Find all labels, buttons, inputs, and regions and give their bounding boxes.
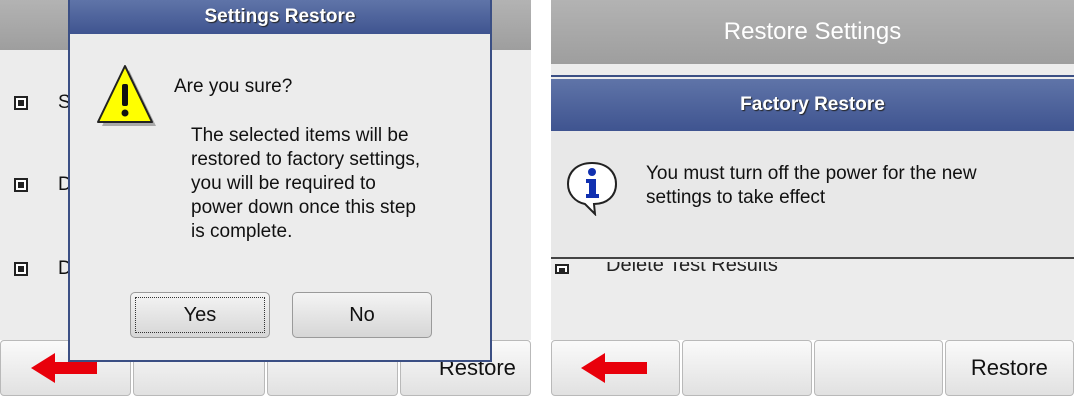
restore-item-checkbox-2[interactable] <box>14 178 28 192</box>
dialog-question: Are you sure? <box>174 76 293 97</box>
dialog-message: The selected items will be restored to f… <box>191 124 481 244</box>
softkey-bar: Restore <box>551 340 1074 396</box>
dialog-message-line: restored to factory settings, <box>191 149 421 170</box>
restore-item-checkbox-1[interactable] <box>14 96 28 110</box>
restore-settings-screen: Restore Settings Factory Restore You mus… <box>551 0 1074 396</box>
dialog-message-line: You must turn off the power for the new <box>646 163 977 184</box>
restore-item-checkbox[interactable] <box>555 264 569 274</box>
title-bar: Restore Settings <box>551 0 1074 64</box>
page-title: Restore Settings <box>723 18 902 45</box>
softkey-3[interactable] <box>813 340 943 396</box>
dialog-message-line: is complete. <box>191 221 293 242</box>
softkey-2[interactable] <box>682 340 812 396</box>
yes-button[interactable]: Yes <box>130 292 270 338</box>
dialog-message-line: power down once this step <box>191 197 416 218</box>
settings-restore-dialog: Settings Restore Are you sure? The selec… <box>68 0 492 362</box>
no-button[interactable]: No <box>292 292 432 338</box>
yes-button-label: Yes <box>183 303 217 326</box>
dialog-title: Settings Restore <box>70 0 490 34</box>
back-arrow-icon <box>580 353 647 383</box>
back-softkey[interactable] <box>551 340 681 396</box>
dialog-message-line: settings to take effect <box>646 187 826 208</box>
warning-icon <box>97 65 156 126</box>
dialog-message-line: you will be required to <box>191 173 376 194</box>
dialog-message-line: The selected items will be <box>191 125 409 146</box>
info-icon <box>566 161 618 216</box>
dialog-title: Factory Restore <box>551 79 1074 131</box>
dialog-top-border <box>551 75 1074 77</box>
partial-row-label: Delete Test Results <box>606 262 778 274</box>
dialog-message: You must turn off the power for the new … <box>646 162 1056 210</box>
restore-softkey-label: Restore <box>970 355 1048 380</box>
restore-softkey[interactable]: Restore <box>944 340 1074 396</box>
no-button-label: No <box>349 303 375 326</box>
settings-restore-screen: S D D Restore Settings Restore Are you s… <box>0 0 531 396</box>
restore-item-checkbox-3[interactable] <box>14 262 28 276</box>
